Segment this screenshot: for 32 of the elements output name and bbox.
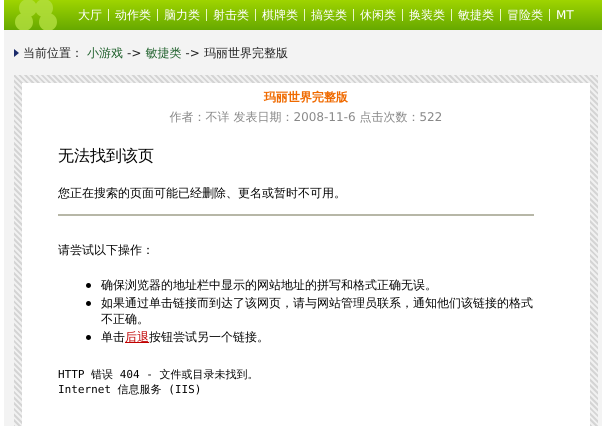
- breadcrumb-link[interactable]: 敏捷类: [145, 44, 182, 62]
- nav-link[interactable]: 换装类: [402, 9, 451, 21]
- bullet-icon: [86, 283, 91, 288]
- article-meta: 作者：不详 发表日期：2008-11-6 点击次数：522: [168, 109, 444, 126]
- instruction-item: 单击后退按钮尝试另一个链接。: [101, 329, 269, 345]
- nav-link[interactable]: 休闲类: [353, 9, 402, 21]
- breadcrumb-current: 玛丽世界完整版: [204, 44, 288, 62]
- nav-link[interactable]: 棋牌类: [255, 9, 304, 21]
- nav-link[interactable]: 大厅: [72, 9, 108, 21]
- nav-link[interactable]: 敏捷类: [451, 9, 500, 21]
- article-title: 玛丽世界完整版: [262, 89, 349, 106]
- breadcrumb-link[interactable]: 小游戏: [87, 44, 123, 62]
- triangle-icon: [14, 49, 19, 57]
- instruction-item: 确保浏览器的地址栏中显示的网站地址的拼写和格式正确无误。: [101, 277, 437, 293]
- nav-link[interactable]: MT: [549, 9, 580, 21]
- instruction-item: 如果通过单击链接而到达了该网页，请与网站管理员联系，通知他们该链接的格式不正确。: [101, 295, 534, 327]
- back-link[interactable]: 后退: [125, 330, 149, 344]
- error-message: 您正在搜索的页面可能已经删除、更名或暂时不可用。: [58, 185, 347, 202]
- nav-link[interactable]: 动作类: [108, 9, 157, 21]
- error-heading: 无法找到该页: [58, 146, 155, 167]
- breadcrumb-label: 当前位置：: [23, 44, 83, 62]
- breadcrumb-separator: ->: [185, 46, 200, 60]
- nav-link[interactable]: 射击类: [206, 9, 255, 21]
- error-code-line: HTTP 错误 404 - 文件或目录未找到。: [58, 367, 260, 382]
- breadcrumb-separator: ->: [127, 46, 142, 60]
- bullet-icon: [86, 301, 91, 306]
- nav-link[interactable]: 冒险类: [500, 9, 549, 21]
- nav-link[interactable]: 脑力类: [157, 9, 206, 21]
- error-code-line: Internet 信息服务 (IIS): [58, 382, 202, 397]
- bullet-icon: [86, 335, 91, 340]
- instruction-label: 请尝试以下操作：: [58, 242, 155, 259]
- nav-link[interactable]: 搞笑类: [304, 9, 353, 21]
